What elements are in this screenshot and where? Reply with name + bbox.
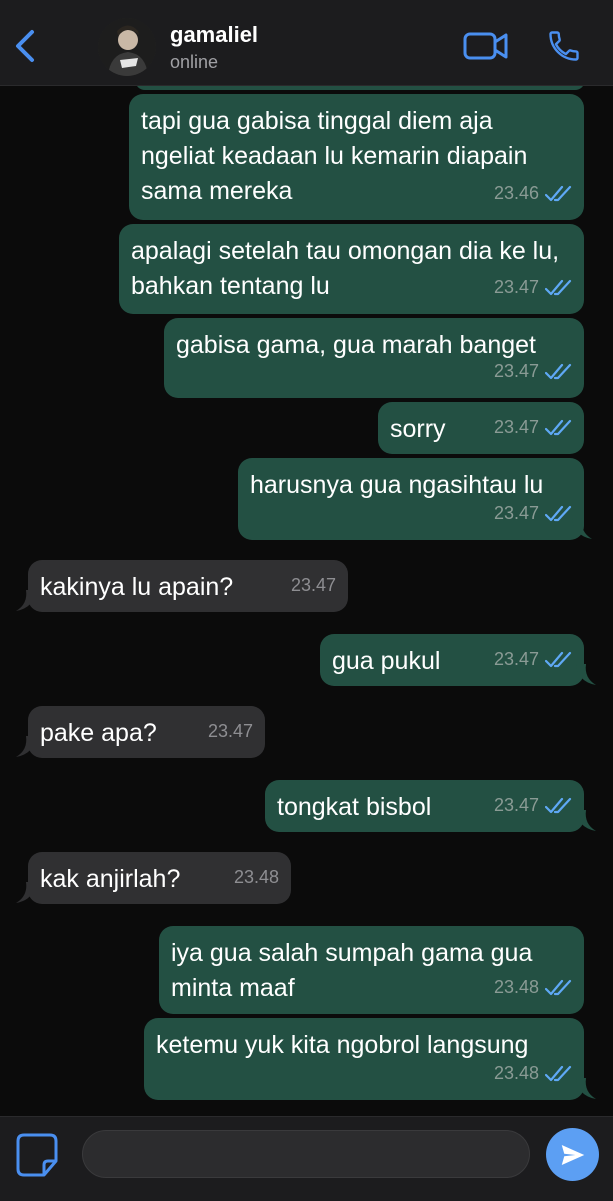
message-time: 23.46 <box>493 183 539 203</box>
voice-call-button[interactable] <box>546 28 582 64</box>
video-call-button[interactable] <box>463 30 509 62</box>
video-camera-icon <box>463 32 508 60</box>
message-bubble-outgoing[interactable]: tongkat bisbol 23.47 <box>265 780 596 832</box>
message-bubble-partial <box>135 86 585 90</box>
composer-bar <box>0 1116 613 1201</box>
message-time: 23.47 <box>493 361 539 381</box>
double-check-icon <box>545 979 572 995</box>
chevron-left-icon <box>16 30 34 62</box>
message-time: 23.48 <box>233 867 279 887</box>
message-bubble-incoming[interactable]: pake apa? 23.47 <box>16 706 265 758</box>
message-list[interactable]: tapi gua gabisa tinggal diem aja ngeliat… <box>0 86 613 1116</box>
sticker-button[interactable] <box>14 1131 66 1181</box>
double-check-icon <box>545 419 572 435</box>
phone-icon <box>549 31 579 61</box>
message-time: 23.47 <box>493 649 539 669</box>
message-time: 23.47 <box>290 575 336 595</box>
message-bubble-incoming[interactable]: kakinya lu apain? 23.47 <box>16 560 348 612</box>
bubble-tail <box>16 736 36 757</box>
bubble-tail <box>572 518 592 539</box>
message-time: 23.48 <box>493 1063 539 1083</box>
message-bubble-incoming[interactable]: kak anjirlah? 23.48 <box>16 852 291 904</box>
double-check-icon <box>545 363 572 379</box>
avatar-photo <box>98 18 156 76</box>
back-button[interactable] <box>10 28 40 64</box>
double-check-icon <box>545 185 572 201</box>
sticker-icon <box>16 1133 58 1177</box>
message-bubble-outgoing[interactable]: gua pukul 23.47 <box>320 634 596 686</box>
bubble-tail <box>576 810 596 831</box>
send-arrow-icon <box>561 1144 584 1165</box>
bubble-tail <box>576 1078 596 1099</box>
message-time: 23.47 <box>493 417 539 437</box>
message-bubble-outgoing[interactable]: gabisa gama, gua marah banget 23.47 <box>164 318 584 398</box>
double-check-icon <box>545 797 572 813</box>
message-bubble-outgoing[interactable]: sorry 23.47 <box>378 402 584 454</box>
avatar[interactable] <box>98 18 156 76</box>
double-check-icon <box>545 651 572 667</box>
message-bubble-outgoing[interactable]: apalagi setelah tau omongan dia ke lu, b… <box>119 224 584 314</box>
bubble-tail <box>16 882 36 903</box>
message-bubble-outgoing[interactable]: harusnya gua ngasihtau lu 23.47 <box>238 458 592 540</box>
send-button[interactable] <box>546 1128 599 1181</box>
chat-header: gamaliel online <box>0 0 613 86</box>
double-check-icon <box>545 279 572 295</box>
message-time: 23.48 <box>493 977 539 997</box>
message-time: 23.47 <box>493 503 539 523</box>
message-time: 23.47 <box>207 721 253 741</box>
message-bubble-outgoing[interactable]: iya gua salah sumpah gama gua minta maaf… <box>159 926 584 1014</box>
message-time: 23.47 <box>493 795 539 815</box>
bubble-tail <box>16 590 36 611</box>
message-bubble-outgoing[interactable]: ketemu yuk kita ngobrol langsung 23.48 <box>144 1018 596 1100</box>
message-time: 23.47 <box>493 277 539 297</box>
contact-status: online <box>170 52 219 72</box>
double-check-icon <box>545 505 572 521</box>
message-bubble-outgoing[interactable]: tapi gua gabisa tinggal diem aja ngeliat… <box>129 94 584 220</box>
contact-name[interactable]: gamaliel <box>170 22 258 48</box>
double-check-icon <box>545 1065 572 1081</box>
message-input[interactable] <box>82 1130 530 1178</box>
bubble-tail <box>576 664 596 685</box>
